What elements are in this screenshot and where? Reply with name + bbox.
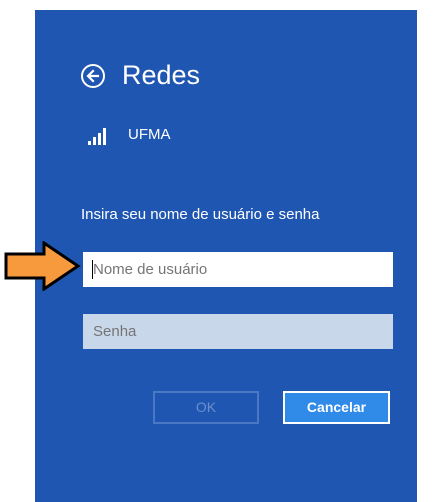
cancel-button[interactable]: Cancelar	[283, 391, 390, 424]
network-name: UFMA	[128, 126, 171, 143]
pointer-arrow-icon	[4, 241, 81, 291]
ok-button[interactable]: OK	[153, 391, 259, 424]
password-input[interactable]	[83, 314, 393, 349]
page-title: Redes	[122, 60, 201, 90]
text-cursor	[92, 260, 93, 279]
network-login-panel: Redes UFMA Insira seu nome de usuário e …	[35, 10, 417, 502]
credentials-prompt: Insira seu nome de usuário e senha	[81, 206, 320, 223]
username-input[interactable]	[83, 252, 393, 287]
back-arrow-icon[interactable]	[81, 64, 105, 88]
signal-strength-icon	[88, 128, 106, 145]
